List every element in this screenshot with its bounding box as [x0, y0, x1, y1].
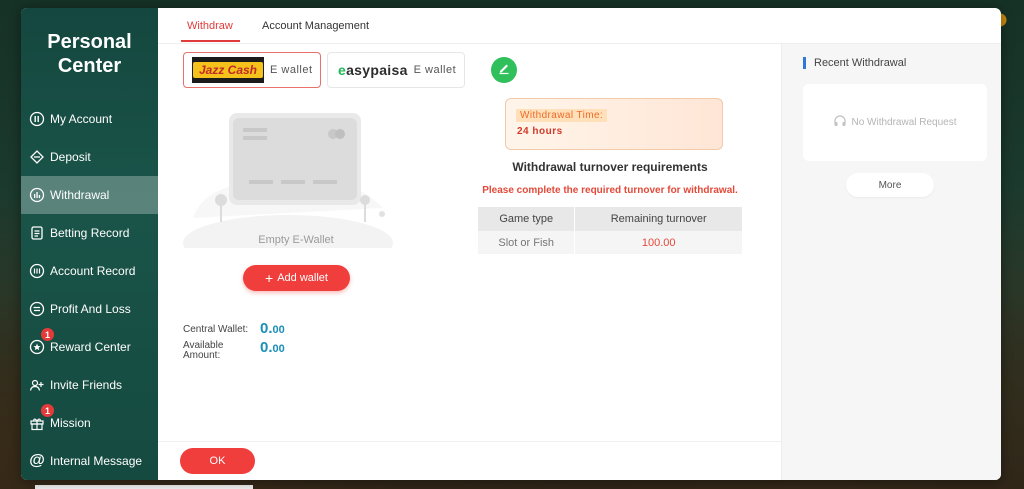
- withdrawal-time-value: 24 hours: [517, 126, 563, 137]
- profit-loss-icon: [29, 301, 45, 317]
- plus-icon: +: [265, 270, 274, 286]
- available-amount-label-line2: Amount:: [183, 350, 221, 361]
- jazzcash-logo: Jazz Cash: [192, 57, 264, 83]
- turnover-table: Game type Remaining turnover Slot or Fis…: [478, 207, 743, 254]
- sidebar-item-mission[interactable]: 1 Mission: [21, 404, 158, 442]
- wallet-suffix: E wallet: [413, 64, 457, 76]
- table-header-row: Game type Remaining turnover: [478, 207, 743, 231]
- tab-account-management[interactable]: Account Management: [262, 8, 369, 44]
- available-amount-value: 0.00: [260, 339, 285, 356]
- account-icon: [29, 111, 45, 127]
- column-header-remaining-turnover: Remaining turnover: [574, 207, 743, 231]
- recent-withdrawal-title: Recent Withdrawal: [803, 57, 906, 69]
- sidebar-item-withdrawal[interactable]: Withdrawal: [21, 176, 158, 214]
- cell-game-type: Slot or Fish: [478, 231, 576, 254]
- pencil-icon: [497, 61, 511, 80]
- cell-remaining-turnover: 100.00: [574, 231, 743, 254]
- table-row: Slot or Fish 100.00: [478, 231, 743, 254]
- more-button[interactable]: More: [846, 173, 934, 197]
- sidebar-item-label: My Account: [50, 112, 113, 126]
- sidebar-title-line2: Center: [57, 55, 122, 77]
- at-icon: @: [29, 452, 45, 469]
- turnover-warning: Please complete the required turnover fo…: [482, 185, 738, 196]
- sidebar-item-internal-message[interactable]: @ Internal Message: [21, 442, 158, 480]
- sidebar-item-label: Reward Center: [50, 340, 131, 354]
- withdrawal-time-box: Withdrawal Time: 24 hours: [505, 98, 723, 150]
- background-strip: [35, 485, 253, 489]
- footer-divider: [158, 441, 781, 442]
- available-amount-int: 0.: [260, 339, 273, 356]
- sidebar-item-label: Invite Friends: [50, 378, 123, 392]
- recent-withdrawal-panel: Recent Withdrawal No Withdrawal Request …: [781, 44, 1001, 480]
- wallet-card-easypaisa[interactable]: easypaisa E wallet: [327, 52, 465, 88]
- sidebar-item-reward-center[interactable]: 1 Reward Center: [21, 328, 158, 366]
- personal-center-modal: Personal Center My Account Deposit Withd…: [21, 8, 1001, 480]
- reward-icon: [29, 339, 45, 355]
- notification-badge: 1: [41, 328, 54, 341]
- empty-wallet-label: Empty E-Wallet: [258, 234, 334, 246]
- central-wallet-label: Central Wallet:: [183, 324, 249, 335]
- sidebar-item-label: Betting Record: [50, 226, 130, 240]
- headset-icon: [833, 114, 847, 131]
- turnover-title: Withdrawal turnover requirements: [512, 160, 708, 174]
- account-record-icon: [29, 263, 45, 279]
- betting-record-icon: [29, 225, 45, 241]
- sidebar-item-betting-record[interactable]: Betting Record: [21, 214, 158, 252]
- sidebar-item-account-record[interactable]: Account Record: [21, 252, 158, 290]
- sidebar-item-invite-friends[interactable]: Invite Friends: [21, 366, 158, 404]
- easypaisa-logo: easypaisa: [338, 62, 408, 78]
- sidebar-title: Personal Center: [21, 30, 158, 78]
- central-wallet-int: 0.: [260, 320, 273, 337]
- available-amount-label: Available Amount:: [183, 341, 223, 361]
- wallet-suffix: E wallet: [270, 64, 313, 76]
- sidebar-item-label: Profit And Loss: [50, 302, 131, 316]
- add-wallet-label: Add wallet: [277, 272, 328, 284]
- sidebar: Personal Center My Account Deposit Withd…: [21, 8, 158, 480]
- deposit-icon: [29, 149, 45, 165]
- add-wallet-button[interactable]: + Add wallet: [243, 265, 350, 291]
- wallet-card-jazzcash[interactable]: Jazz Cash E wallet: [183, 52, 321, 88]
- central-wallet-dec: 00: [272, 324, 285, 336]
- sidebar-title-line1: Personal: [47, 31, 132, 53]
- sidebar-item-label: Account Record: [50, 264, 136, 278]
- withdrawal-icon: [29, 187, 45, 203]
- central-wallet-amount: 0.00: [260, 320, 285, 337]
- available-amount-dec: 00: [272, 343, 285, 355]
- withdrawal-time-label: Withdrawal Time:: [516, 109, 608, 122]
- gift-icon: [29, 415, 45, 431]
- tab-active-indicator: [181, 40, 240, 42]
- invite-icon: [29, 377, 45, 393]
- tab-withdraw[interactable]: Withdraw: [187, 8, 233, 44]
- tab-bar: Withdraw Account Management: [158, 8, 1001, 44]
- ok-button[interactable]: OK: [180, 448, 255, 474]
- recent-withdrawal-empty: No Withdrawal Request: [803, 84, 987, 161]
- notification-badge: 1: [41, 404, 54, 417]
- recent-withdrawal-empty-text: No Withdrawal Request: [851, 117, 957, 128]
- column-header-game-type: Game type: [478, 207, 576, 231]
- sidebar-item-label: Withdrawal: [50, 188, 110, 202]
- edit-wallet-button[interactable]: [491, 57, 517, 83]
- sidebar-item-label: Mission: [50, 416, 91, 430]
- sidebar-item-label: Internal Message: [50, 454, 143, 468]
- empty-wallet-illustration: [183, 108, 393, 271]
- sidebar-item-my-account[interactable]: My Account: [21, 100, 158, 138]
- sidebar-item-label: Deposit: [50, 150, 91, 164]
- sidebar-item-profit-and-loss[interactable]: Profit And Loss: [21, 290, 158, 328]
- sidebar-item-deposit[interactable]: Deposit: [21, 138, 158, 176]
- jazzcash-logo-text: Jazz Cash: [192, 62, 264, 78]
